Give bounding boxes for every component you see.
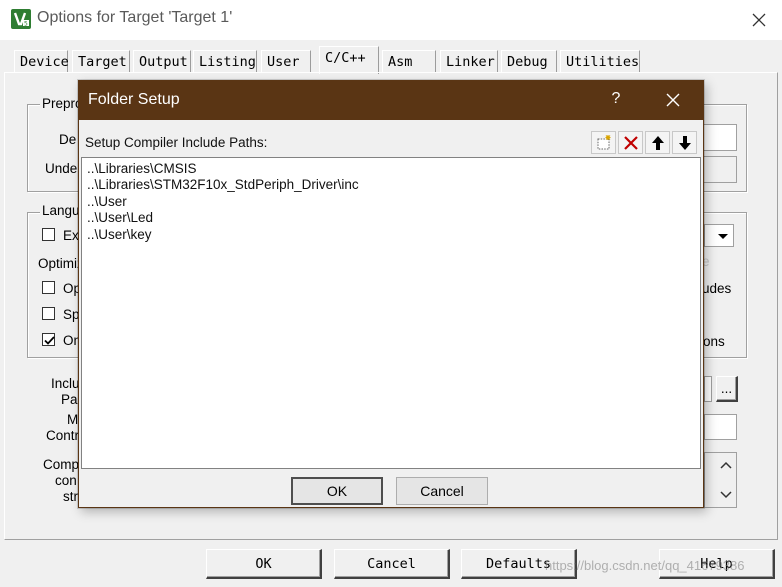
include-paths-label-1: Inclu <box>51 376 80 391</box>
chevron-down-icon <box>718 234 728 239</box>
option-checkbox-1[interactable] <box>42 281 55 294</box>
move-down-button[interactable] <box>672 131 697 154</box>
right-fragment-udes: udes <box>702 281 732 296</box>
list-item[interactable]: ..\User\Led <box>87 210 700 226</box>
cancel-button[interactable]: Cancel <box>334 549 450 579</box>
optimization-label: Optimiz <box>38 256 84 271</box>
delete-icon <box>623 135 638 150</box>
window-close-button[interactable] <box>742 4 776 36</box>
svg-text:5: 5 <box>24 21 28 28</box>
compiler-string-label-1: Comp <box>43 457 80 472</box>
define-label: De <box>59 132 77 147</box>
new-folder-icon <box>597 134 610 149</box>
app-icon: 5 <box>10 8 32 30</box>
dialog-help-button[interactable]: ? <box>601 81 631 120</box>
misc-controls-label-1: M <box>67 412 79 427</box>
include-paths-browse-button[interactable]: ... <box>716 376 738 402</box>
scroll-down-icon[interactable] <box>719 489 733 501</box>
dialog-cancel-button[interactable]: Cancel <box>396 477 488 505</box>
tab-debug[interactable]: Debug <box>501 50 557 72</box>
option-checkbox-2[interactable] <box>42 307 55 320</box>
right-fragment-ons: ons <box>703 334 725 349</box>
move-down-icon <box>678 135 691 150</box>
dropdown-select[interactable] <box>704 224 734 247</box>
undefine-field <box>700 156 737 183</box>
include-paths-field[interactable] <box>704 376 712 402</box>
folder-setup-dialog: Folder Setup ? Setup Compiler Include Pa… <box>78 80 704 508</box>
ok-button[interactable]: OK <box>206 549 322 579</box>
checkmark-icon <box>44 336 55 345</box>
undefine-label: Unde <box>45 161 78 176</box>
execute-only-label: Ex <box>63 228 79 243</box>
tab-cpp[interactable]: C/C++ <box>319 46 379 74</box>
tab-utilities[interactable]: Utilities <box>560 50 640 72</box>
list-item[interactable]: ..\Libraries\CMSIS <box>87 161 700 177</box>
compiler-string-label-3: str <box>63 489 78 504</box>
close-icon <box>752 13 766 27</box>
tab-linker[interactable]: Linker <box>440 50 498 72</box>
list-item[interactable]: ..\Libraries\STM32F10x_StdPeriph_Driver\… <box>87 177 700 193</box>
list-item[interactable]: ..\User <box>87 194 700 210</box>
compiler-string-field <box>704 452 737 508</box>
dialog-ok-button[interactable]: OK <box>291 477 383 505</box>
misc-controls-label-2: Contr <box>46 428 80 443</box>
close-icon <box>666 93 680 107</box>
delete-path-button[interactable] <box>618 131 643 154</box>
move-up-button[interactable] <box>645 131 670 154</box>
tab-output[interactable]: Output <box>133 50 191 72</box>
tab-target[interactable]: Target <box>72 50 130 72</box>
execute-only-checkbox[interactable] <box>42 228 55 241</box>
tab-listing[interactable]: Listing <box>193 50 257 72</box>
dialog-close-button[interactable] <box>655 81 691 120</box>
window-title: Options for Target 'Target 1' <box>37 9 233 26</box>
misc-controls-field[interactable] <box>704 414 737 440</box>
include-paths-label-2: Pa <box>61 392 78 407</box>
compiler-string-label-2: con <box>55 473 77 488</box>
move-up-icon <box>651 135 664 150</box>
language-group-label: Langu <box>40 203 82 218</box>
include-paths-header: Setup Compiler Include Paths: <box>85 135 268 150</box>
list-item[interactable]: ..\User\key <box>87 227 700 243</box>
define-field[interactable] <box>700 124 737 151</box>
watermark: https://blog.csdn.net/qq_41679386 <box>545 558 745 573</box>
new-folder-button[interactable] <box>591 131 616 154</box>
dialog-title: Folder Setup <box>88 91 180 108</box>
scroll-up-icon[interactable] <box>719 459 733 471</box>
tab-device[interactable]: Device <box>14 50 69 72</box>
option-checkbox-3[interactable] <box>42 333 55 346</box>
include-paths-list[interactable]: ..\Libraries\CMSIS ..\Libraries\STM32F10… <box>81 157 701 469</box>
tab-asm[interactable]: Asm <box>382 50 436 72</box>
tab-user[interactable]: User <box>261 50 311 72</box>
